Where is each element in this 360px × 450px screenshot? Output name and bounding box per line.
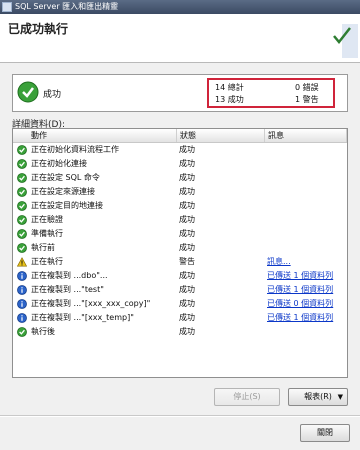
table-row[interactable]: 正在執行 警告 訊息... <box>13 255 347 269</box>
wizard-header: 已成功執行 <box>0 14 360 63</box>
row-status: 成功 <box>179 299 195 308</box>
info-icon <box>17 299 27 309</box>
window-title-bar: SQL Server 匯入和匯出精靈 <box>0 0 360 14</box>
row-status: 成功 <box>179 187 195 196</box>
row-action: 正在設定 SQL 命令 <box>31 173 100 182</box>
row-status: 成功 <box>179 229 195 238</box>
report-button-label: 報表(R) <box>304 392 332 401</box>
row-action: 執行前 <box>31 243 55 252</box>
app-icon <box>2 2 12 12</box>
page-title: 已成功執行 <box>8 22 69 36</box>
table-row[interactable]: 正在初始化資料流程工作 成功 <box>13 143 347 157</box>
row-message-link[interactable]: 已傳送 1 個資料列 <box>267 269 333 283</box>
success-icon <box>17 327 27 337</box>
table-row[interactable]: 執行前 成功 <box>13 241 347 255</box>
row-status: 成功 <box>179 201 195 210</box>
success-icon <box>17 201 27 211</box>
row-message-link[interactable]: 已傳送 1 個資料列 <box>267 311 333 325</box>
table-row[interactable]: 正在複製到 ..."[xxx_xxx_copy]" 成功 已傳送 0 個資料列 <box>13 297 347 311</box>
info-icon <box>17 285 27 295</box>
row-action: 正在複製到 ...dbo"... <box>31 271 108 280</box>
row-status: 成功 <box>179 215 195 224</box>
stat-total: 14 總計 <box>215 83 244 92</box>
row-status: 警告 <box>179 257 195 266</box>
row-status: 成功 <box>179 285 195 294</box>
row-status: 成功 <box>179 145 195 154</box>
footer-divider <box>0 415 360 417</box>
details-grid[interactable]: 動作 狀態 訊息 正在初始化資料流程工作 成功 正在初始化連接 成功 正在設定 SQL … <box>12 128 348 378</box>
table-row[interactable]: 執行後 成功 <box>13 325 347 339</box>
summary-panel: 成功 14 總計 13 成功 0 錯誤 1 警告 <box>12 74 348 112</box>
table-row[interactable]: 正在設定目的地連接 成功 <box>13 199 347 213</box>
success-icon <box>17 229 27 239</box>
table-row[interactable]: 正在設定 SQL 命令 成功 <box>13 171 347 185</box>
summary-stats-box: 14 總計 13 成功 0 錯誤 1 警告 <box>207 78 335 108</box>
info-icon <box>17 313 27 323</box>
row-status: 成功 <box>179 327 195 336</box>
success-check-icon <box>333 24 358 58</box>
row-action: 執行後 <box>31 327 55 336</box>
row-action: 準備執行 <box>31 229 63 238</box>
stat-success: 13 成功 <box>215 95 244 104</box>
row-action: 正在初始化連接 <box>31 159 87 168</box>
table-row[interactable]: 正在複製到 ..."test" 成功 已傳送 1 個資料列 <box>13 283 347 297</box>
row-action: 正在初始化資料流程工作 <box>31 145 119 154</box>
warning-icon <box>17 257 27 267</box>
success-icon <box>17 243 27 253</box>
info-icon <box>17 271 27 281</box>
table-row[interactable]: 準備執行 成功 <box>13 227 347 241</box>
table-row[interactable]: 正在複製到 ..."[xxx_temp]" 成功 已傳送 1 個資料列 <box>13 311 347 325</box>
success-icon <box>17 81 39 103</box>
report-button[interactable]: 報表(R) ▼ <box>288 388 348 406</box>
stat-error: 0 錯誤 <box>295 83 319 92</box>
row-status: 成功 <box>179 173 195 182</box>
column-header-action[interactable]: 動作 <box>13 129 177 142</box>
close-button[interactable]: 關閉 <box>300 424 350 442</box>
column-header-message[interactable]: 訊息 <box>265 129 347 142</box>
grid-header: 動作 狀態 訊息 <box>13 129 347 143</box>
success-icon <box>17 215 27 225</box>
chevron-down-icon: ▼ <box>337 393 343 401</box>
column-header-status[interactable]: 狀態 <box>177 129 265 142</box>
stop-button[interactable]: 停止(S) <box>214 388 280 406</box>
success-icon <box>17 145 27 155</box>
success-icon <box>17 173 27 183</box>
summary-status: 成功 <box>43 90 62 100</box>
row-message-link[interactable]: 已傳送 0 個資料列 <box>267 297 333 311</box>
row-status: 成功 <box>179 271 195 280</box>
row-action: 正在複製到 ..."[xxx_xxx_copy]" <box>31 299 151 308</box>
row-status: 成功 <box>179 313 195 322</box>
row-action: 正在設定目的地連接 <box>31 201 103 210</box>
stat-warning: 1 警告 <box>295 95 319 104</box>
table-row[interactable]: 正在驗證 成功 <box>13 213 347 227</box>
row-message-link[interactable]: 已傳送 1 個資料列 <box>267 283 333 297</box>
table-row[interactable]: 正在初始化連接 成功 <box>13 157 347 171</box>
row-message-link[interactable]: 訊息... <box>267 255 291 269</box>
row-action: 正在複製到 ..."[xxx_temp]" <box>31 313 134 322</box>
success-icon <box>17 159 27 169</box>
row-action: 正在驗證 <box>31 215 63 224</box>
row-action: 正在複製到 ..."test" <box>31 285 104 294</box>
table-row[interactable]: 正在設定來源連接 成功 <box>13 185 347 199</box>
row-status: 成功 <box>179 159 195 168</box>
details-rows: 正在初始化資料流程工作 成功 正在初始化連接 成功 正在設定 SQL 命令 成功 正在設定來… <box>13 143 347 339</box>
row-action: 正在設定來源連接 <box>31 187 95 196</box>
row-action: 正在執行 <box>31 257 63 266</box>
window-title: SQL Server 匯入和匯出精靈 <box>15 2 119 11</box>
row-status: 成功 <box>179 243 195 252</box>
table-row[interactable]: 正在複製到 ...dbo"... 成功 已傳送 1 個資料列 <box>13 269 347 283</box>
success-icon <box>17 187 27 197</box>
